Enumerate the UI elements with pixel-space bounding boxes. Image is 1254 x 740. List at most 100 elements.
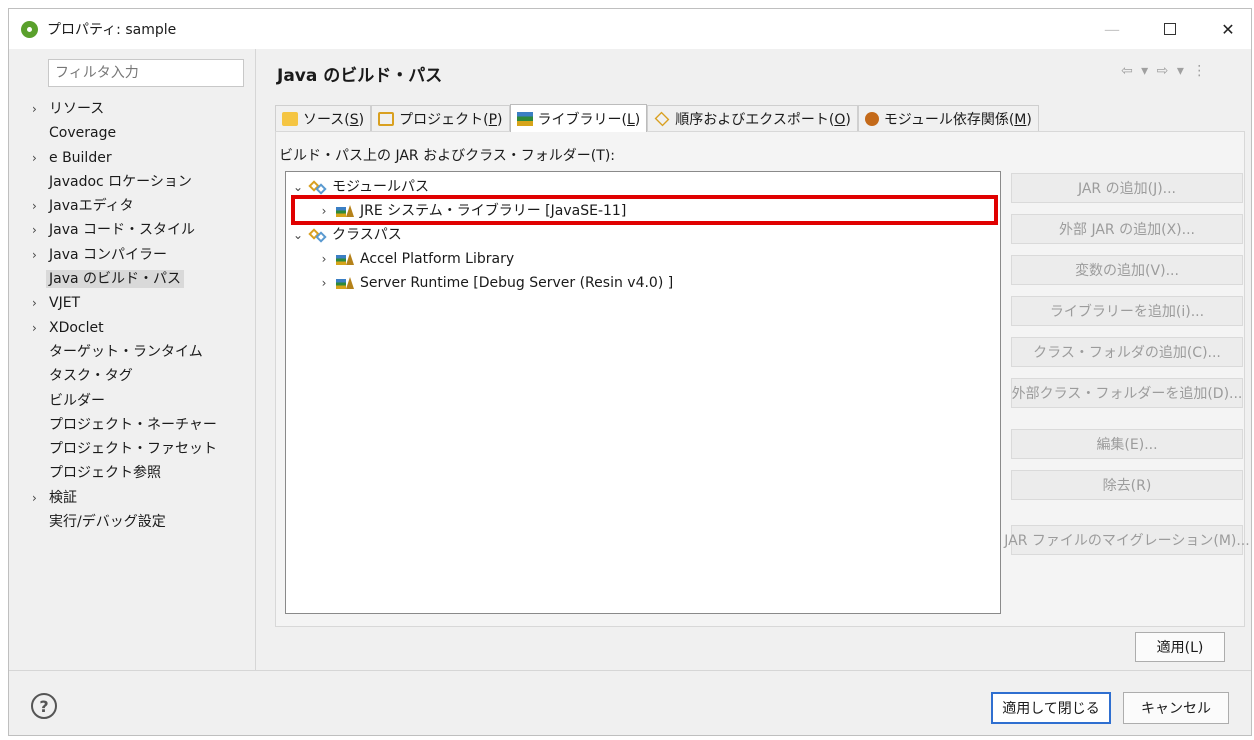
tab-order-export[interactable]: 順序およびエクスポート(O)	[647, 105, 858, 131]
apply-and-close-button[interactable]: 適用して閉じる	[991, 692, 1111, 724]
history-nav-arrows[interactable]: ⇦ ▾ ⇨ ▾ ⋮	[1121, 63, 1208, 79]
project-folder-icon	[378, 111, 395, 126]
apply-button[interactable]: 適用(L)	[1135, 632, 1225, 662]
footer-divider	[9, 670, 1251, 671]
source-folder-icon	[282, 111, 298, 126]
sidebar-item[interactable]: タスク・タグ	[29, 364, 255, 388]
property-page-tree: › リソース Coverage › e Builder Javadoc ロケーション › Ja…	[29, 97, 255, 534]
chevron-right-icon[interactable]: ›	[32, 97, 44, 121]
close-icon: ✕	[1221, 19, 1235, 39]
sidebar-item-label: Javadoc ロケーション	[49, 173, 192, 190]
sidebar-item[interactable]: › e Builder	[29, 146, 255, 170]
chevron-right-icon[interactable]: ›	[32, 243, 44, 267]
tree-label-accel-library: Accel Platform Library	[360, 251, 515, 267]
sidebar-item[interactable]: プロジェクト・ファセット	[29, 437, 255, 461]
sidebar-item-label: Javaエディタ	[49, 198, 134, 215]
sidebar-item-label: プロジェクト・ネーチャー	[49, 416, 217, 433]
minimize-button[interactable]: —	[1089, 9, 1135, 49]
tab-label: プロジェクト(P)	[399, 111, 503, 128]
chevron-right-icon[interactable]: ›	[32, 194, 44, 218]
sidebar-item[interactable]: › リソース	[29, 97, 255, 121]
tab-module-dependency[interactable]: モジュール依存関係(M)	[857, 105, 1039, 131]
app-icon	[21, 21, 38, 38]
sidebar-item[interactable]: › Java コンパイラー	[29, 243, 255, 267]
sidebar-item[interactable]: › Javaエディタ	[29, 194, 255, 218]
sidebar-item-label: ビルダー	[49, 392, 105, 409]
sidebar-item[interactable]: プロジェクト参照	[29, 461, 255, 485]
sidebar-item-label: 実行/デバッグ設定	[49, 514, 166, 531]
module-dependency-icon	[864, 111, 879, 126]
cancel-button[interactable]: キャンセル	[1123, 692, 1229, 724]
chevron-right-icon[interactable]: ›	[32, 316, 44, 340]
sidebar-item-label: e Builder	[49, 149, 112, 166]
class-path-icon	[310, 228, 326, 242]
chevron-right-icon[interactable]: ›	[32, 146, 44, 170]
sidebar-item[interactable]: ターゲット・ランタイム	[29, 340, 255, 364]
tab-label: モジュール依存関係(M)	[883, 111, 1032, 128]
sidebar-item[interactable]: Javadoc ロケーション	[29, 170, 255, 194]
minimize-icon: —	[1104, 19, 1120, 39]
window-title: プロパティ: sample	[47, 22, 177, 38]
filter-input[interactable]	[48, 59, 244, 87]
sidebar-item[interactable]: Java のビルド・パス	[29, 267, 255, 291]
sidebar-item[interactable]: › VJET	[29, 291, 255, 315]
module-path-icon	[310, 180, 326, 194]
tree-label-class-path: クラスパス	[332, 227, 402, 243]
sidebar-item-label: Coverage	[49, 125, 117, 142]
sidebar-item[interactable]: › 検証	[29, 486, 255, 510]
help-icon[interactable]: ?	[31, 693, 57, 719]
tab-project-folder[interactable]: プロジェクト(P)	[371, 105, 510, 131]
edit-button[interactable]: 編集(E)...	[1011, 429, 1243, 459]
add-variable-button[interactable]: 変数の追加(V)...	[1011, 255, 1243, 285]
add-external-class-folder-button[interactable]: 外部クラス・フォルダーを追加(D)...	[1011, 378, 1243, 408]
add-class-folder-button[interactable]: クラス・フォルダの追加(C)...	[1011, 337, 1243, 367]
tree-row-accel-library[interactable]: › Accel Platform Library	[318, 247, 515, 271]
library-icon	[516, 111, 533, 126]
chevron-down-icon[interactable]: ⌄	[292, 223, 304, 247]
sidebar-item[interactable]: 実行/デバッグ設定	[29, 510, 255, 534]
add-library-button[interactable]: ライブラリーを追加(i)...	[1011, 296, 1243, 326]
section-label: ビルド・パス上の JAR およびクラス・フォルダー(T):	[279, 148, 615, 164]
chevron-right-icon[interactable]: ›	[32, 218, 44, 242]
sidebar-item-label: リソース	[49, 101, 105, 117]
tree-label-server-runtime: Server Runtime [Debug Server (Resin v4.0…	[360, 275, 674, 291]
remove-button[interactable]: 除去(R)	[1011, 470, 1243, 500]
highlight-annotation	[291, 195, 998, 225]
chevron-right-icon[interactable]: ›	[318, 271, 330, 295]
tab-source-folder[interactable]: ソース(S)	[275, 105, 372, 131]
sidebar-item-label: 検証	[49, 489, 77, 506]
chevron-right-icon[interactable]: ›	[32, 291, 44, 315]
sidebar-item-label: プロジェクト参照	[49, 465, 161, 482]
library-icon	[336, 276, 354, 290]
maximize-button[interactable]	[1147, 9, 1193, 49]
chevron-right-icon[interactable]: ›	[32, 486, 44, 510]
sidebar-item-label: XDoclet	[49, 319, 104, 336]
sidebar-item-label: Java コード・スタイル	[49, 222, 196, 239]
sidebar-item[interactable]: プロジェクト・ネーチャー	[29, 413, 255, 437]
tab-library[interactable]: ライブラリー(L)	[509, 104, 648, 132]
title-bar: プロパティ: sample — ✕	[9, 9, 1251, 49]
maximize-icon	[1164, 23, 1176, 35]
sidebar-item[interactable]: Coverage	[29, 121, 255, 145]
sidebar-item-label: Java のビルド・パス	[46, 270, 185, 289]
sidebar-item[interactable]: › Java コード・スタイル	[29, 218, 255, 242]
migrate-jar-button[interactable]: JAR ファイルのマイグレーション(M)...	[1004, 525, 1250, 555]
sidebar-item[interactable]: › XDoclet	[29, 316, 255, 340]
order-export-icon	[654, 111, 670, 126]
properties-dialog: プロパティ: sample — ✕ › リソース Coverage › e Builde…	[8, 8, 1252, 736]
tree-row-class-path[interactable]: ⌄ クラスパス	[292, 223, 402, 247]
library-icon	[336, 252, 354, 266]
sidebar-item[interactable]: ビルダー	[29, 389, 255, 413]
sidebar-item-label: Java コンパイラー	[49, 246, 168, 263]
add-external-jar-button[interactable]: 外部 JAR の追加(X)...	[1011, 214, 1243, 244]
build-path-tree[interactable]: ⌄ モジュールパス › JRE システム・ライブラリー [JavaSE-11] …	[285, 171, 1001, 614]
tab-label: ライブラリー(L)	[537, 111, 641, 128]
add-jar-button[interactable]: JAR の追加(J)...	[1011, 173, 1243, 203]
sidebar-item-label: ターゲット・ランタイム	[49, 343, 203, 360]
tree-row-server-runtime[interactable]: › Server Runtime [Debug Server (Resin v4…	[318, 271, 674, 295]
chevron-right-icon[interactable]: ›	[318, 247, 330, 271]
close-button[interactable]: ✕	[1205, 9, 1251, 49]
sidebar-item-label: タスク・タグ	[49, 368, 133, 385]
sidebar-item-label: プロジェクト・ファセット	[49, 441, 217, 458]
sidebar-item-label: VJET	[49, 295, 81, 312]
